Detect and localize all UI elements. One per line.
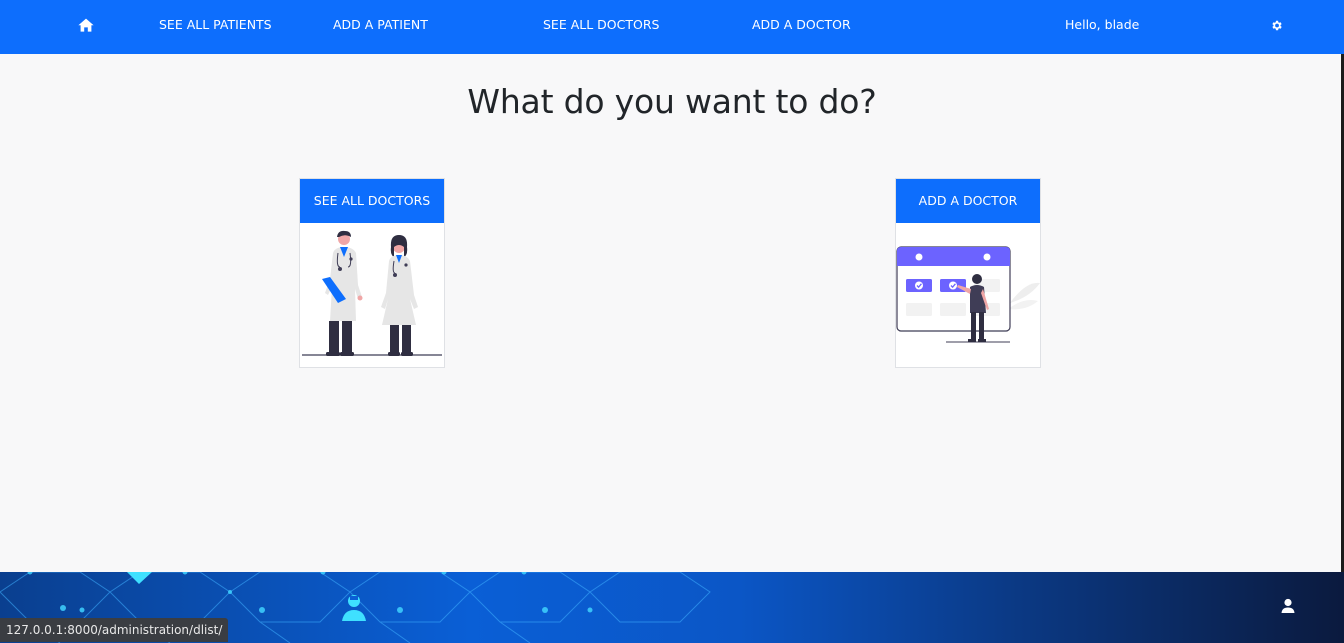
nav-add-patient[interactable]: ADD A PATIENT <box>333 0 428 50</box>
nav-see-all-doctors[interactable]: SEE ALL DOCTORS <box>543 0 659 50</box>
calendar-illustration <box>896 246 1040 343</box>
home-link[interactable] <box>76 0 96 50</box>
card-see-all-doctors: SEE ALL DOCTORS <box>299 178 445 368</box>
page-title: What do you want to do? <box>467 82 877 121</box>
top-navbar: SEE ALL PATIENTS ADD A PATIENT SEE ALL D… <box>0 0 1344 54</box>
nav-see-all-patients[interactable]: SEE ALL PATIENTS <box>159 0 272 50</box>
settings-button[interactable] <box>1268 0 1284 50</box>
user-icon <box>1281 598 1295 613</box>
see-all-doctors-button[interactable]: SEE ALL DOCTORS <box>300 179 444 223</box>
user-greeting: Hello, blade <box>1065 17 1140 32</box>
profile-button[interactable] <box>1278 596 1298 616</box>
add-doctor-button[interactable]: ADD A DOCTOR <box>896 179 1040 223</box>
card-add-doctor: ADD A DOCTOR <box>895 178 1041 368</box>
home-icon <box>78 18 94 32</box>
nav-add-doctor[interactable]: ADD A DOCTOR <box>752 0 851 50</box>
doctors-illustration <box>302 230 442 356</box>
status-bar-url: 127.0.0.1:8000/administration/dlist/ <box>0 618 229 642</box>
gear-icon <box>1271 20 1282 30</box>
